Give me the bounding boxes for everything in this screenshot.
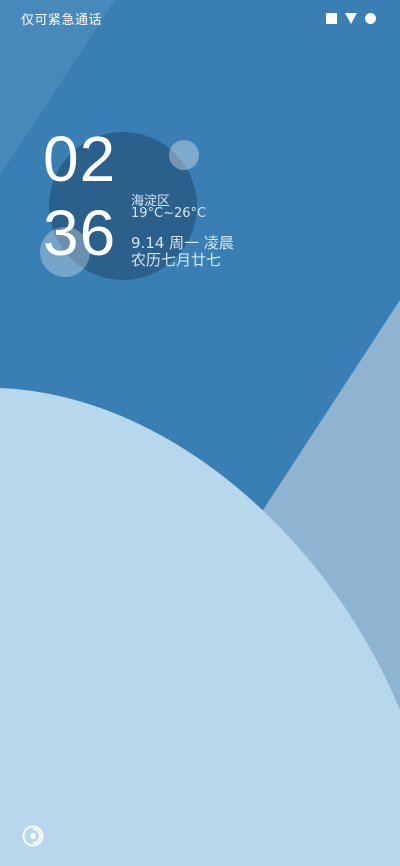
lunar-date-label: 农历七月廿七 <box>131 251 222 269</box>
clock-minute: 36 <box>43 197 117 269</box>
camera-shortcut-icon[interactable] <box>21 824 45 848</box>
temperature-label: 19°C~26°C <box>131 206 207 221</box>
clock-weather-widget: 02 36 海淀区 19°C~26°C 9.14 周一 凌晨 农历七月廿七 <box>0 0 400 300</box>
clock-hour: 02 <box>43 123 117 195</box>
